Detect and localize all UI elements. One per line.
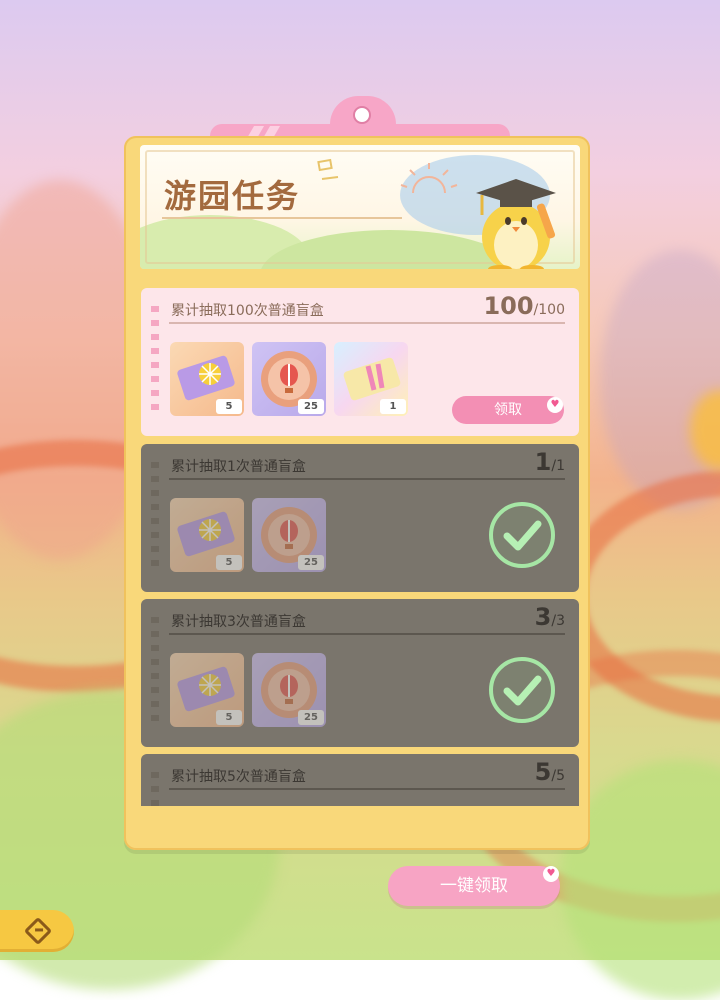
one-key-claim-button[interactable]: 一键领取 — [388, 866, 560, 906]
task-card: 累计抽取1次普通盲盒 1/1 5 25 — [141, 444, 579, 592]
reward-count: 25 — [298, 710, 324, 725]
card-dots — [151, 306, 159, 416]
panel-header: 游园任务 — [140, 145, 580, 269]
reward-count: 25 — [298, 399, 324, 414]
heart-icon: ♥ — [543, 866, 559, 882]
sun-doodle-icon — [400, 163, 458, 194]
reward-count: 1 — [380, 399, 406, 414]
task-progress: 5/5 — [534, 758, 565, 786]
back-arrow-icon — [23, 916, 53, 946]
reward-count: 5 — [216, 710, 242, 725]
reward-medal[interactable]: 25 — [252, 498, 326, 572]
task-name: 累计抽取1次普通盲盒 — [171, 459, 306, 475]
heart-icon: ♥ — [547, 397, 563, 413]
task-progress: 3/3 — [534, 603, 565, 631]
task-progress: 1/1 — [534, 448, 565, 476]
penguin-mascot-icon — [476, 179, 556, 269]
sparkle-doodle-icon — [317, 158, 339, 180]
completed-check-icon — [489, 502, 555, 568]
back-button[interactable] — [0, 910, 74, 952]
task-card: 累计抽取3次普通盲盒 3/3 5 25 — [141, 599, 579, 747]
task-list[interactable]: 累计抽取100次普通盲盒 100/100 5 25 1 领取 ♥ 累计抽取1次普… — [141, 288, 579, 806]
reward-count: 5 — [216, 399, 242, 414]
reward-ticket[interactable]: 5 — [170, 342, 244, 416]
reward-medal[interactable]: 25 — [252, 653, 326, 727]
reward-pass[interactable]: 1 — [334, 342, 408, 416]
task-name: 累计抽取3次普通盲盒 — [171, 614, 306, 630]
task-card: 累计抽取5次普通盲盒 5/5 — [141, 754, 579, 806]
reward-count: 5 — [216, 555, 242, 570]
page-title: 游园任务 — [164, 177, 301, 215]
task-name: 累计抽取5次普通盲盒 — [171, 769, 306, 785]
reward-count: 25 — [298, 555, 324, 570]
task-card: 累计抽取100次普通盲盒 100/100 5 25 1 领取 ♥ — [141, 288, 579, 436]
completed-check-icon — [489, 657, 555, 723]
reward-ticket[interactable]: 5 — [170, 653, 244, 727]
title-underline — [162, 217, 402, 219]
task-name: 累计抽取100次普通盲盒 — [171, 303, 324, 319]
reward-medal[interactable]: 25 — [252, 342, 326, 416]
task-progress: 100/100 — [483, 292, 565, 320]
reward-ticket[interactable]: 5 — [170, 498, 244, 572]
